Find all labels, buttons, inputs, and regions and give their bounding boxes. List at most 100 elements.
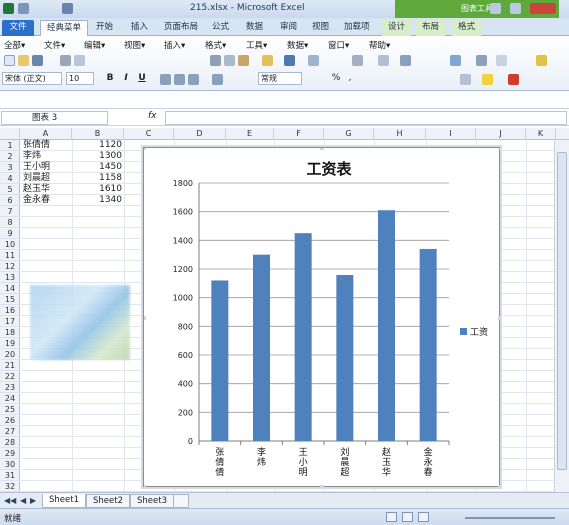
row-header[interactable]: 26 — [0, 415, 20, 426]
column-header-g[interactable]: G — [324, 128, 374, 140]
help-icon[interactable] — [536, 55, 547, 66]
row-header[interactable]: 31 — [0, 470, 20, 481]
tab-page-layout[interactable]: 页面布局 — [158, 20, 204, 36]
row-header[interactable]: 29 — [0, 448, 20, 459]
menu-insert[interactable]: 插入▾ — [164, 39, 185, 51]
cell-b2[interactable]: 1300 — [72, 151, 122, 162]
page-break-view-icon[interactable] — [418, 512, 429, 522]
next-sheet-arrow-icon[interactable]: ▶ — [30, 496, 36, 505]
vertical-scrollbar[interactable] — [554, 140, 569, 492]
page-layout-view-icon[interactable] — [402, 512, 413, 522]
row-header[interactable]: 5 — [0, 184, 20, 195]
underline-button[interactable]: U — [136, 73, 148, 83]
open-icon[interactable] — [18, 55, 29, 66]
vertical-scroll-thumb[interactable] — [557, 152, 567, 470]
cell-a4[interactable]: 刘晨超 — [23, 173, 50, 184]
tab-layout[interactable]: 布局 — [416, 20, 446, 36]
row-header[interactable]: 11 — [0, 250, 20, 261]
font-color-icon[interactable] — [508, 74, 519, 85]
row-header[interactable]: 19 — [0, 338, 20, 349]
save-icon[interactable] — [32, 55, 43, 66]
menu-tools[interactable]: 工具▾ — [246, 39, 267, 51]
column-header-f[interactable]: F — [274, 128, 324, 140]
tab-insert[interactable]: 插入 — [125, 20, 154, 36]
column-header-h[interactable]: H — [374, 128, 426, 140]
menu-help[interactable]: 帮助▾ — [369, 39, 390, 51]
drawing-icon[interactable] — [476, 55, 487, 66]
tab-addins[interactable]: 加载项 — [338, 20, 376, 36]
first-sheet-arrow-icon[interactable]: ◀◀ — [4, 496, 16, 505]
tab-design[interactable]: 设计 — [382, 20, 412, 36]
maximize-icon[interactable] — [510, 3, 521, 14]
paste-icon[interactable] — [238, 55, 249, 66]
row-header[interactable]: 17 — [0, 316, 20, 327]
preview-icon[interactable] — [74, 55, 85, 66]
cut-icon[interactable] — [210, 55, 221, 66]
row-header[interactable]: 25 — [0, 404, 20, 415]
insert-sheet-icon[interactable] — [173, 494, 189, 508]
row-header[interactable]: 3 — [0, 162, 20, 173]
cell-a1[interactable]: 张倩倩 — [23, 140, 50, 151]
sheet-tab-sheet2[interactable]: Sheet2 — [86, 494, 130, 508]
cell-b4[interactable]: 1158 — [72, 173, 122, 184]
sum-icon[interactable] — [352, 55, 363, 66]
align-left-icon[interactable] — [160, 74, 171, 85]
normal-view-icon[interactable] — [386, 512, 397, 522]
excel-app-icon[interactable] — [3, 3, 14, 14]
row-header[interactable]: 18 — [0, 327, 20, 338]
borders-icon[interactable] — [460, 74, 471, 85]
tab-home[interactable]: 开始 — [90, 20, 119, 36]
sheet-tab-sheet1[interactable]: Sheet1 — [42, 494, 86, 508]
align-center-icon[interactable] — [174, 74, 185, 85]
print-icon[interactable] — [60, 55, 71, 66]
menu-file[interactable]: 文件▾ — [44, 39, 65, 51]
tab-file[interactable]: 文件 — [2, 20, 34, 36]
menu-window[interactable]: 窗口▾ — [328, 39, 349, 51]
tab-formulas[interactable]: 公式 — [206, 20, 235, 36]
cell-a2[interactable]: 李炜 — [23, 151, 41, 162]
row-header[interactable]: 20 — [0, 349, 20, 360]
sort-icon[interactable] — [400, 55, 411, 66]
cell-a6[interactable]: 金永春 — [23, 195, 50, 206]
menu-edit[interactable]: 编辑▾ — [84, 39, 105, 51]
formula-input[interactable] — [165, 111, 567, 125]
tab-view[interactable]: 视图 — [306, 20, 335, 36]
align-right-icon[interactable] — [188, 74, 199, 85]
tab-review[interactable]: 审阅 — [274, 20, 303, 36]
format-painter-icon[interactable] — [262, 55, 273, 66]
select-all-corner[interactable] — [0, 128, 20, 140]
row-header[interactable]: 13 — [0, 272, 20, 283]
number-format-combo[interactable]: 常规 — [258, 72, 302, 85]
tab-classic-menu[interactable]: 经典菜单 — [40, 20, 89, 36]
row-header[interactable]: 23 — [0, 382, 20, 393]
cell-b6[interactable]: 1340 — [72, 195, 122, 206]
undo-icon[interactable] — [284, 55, 295, 66]
new-icon[interactable] — [4, 55, 15, 66]
row-header[interactable]: 30 — [0, 459, 20, 470]
italic-button[interactable]: I — [120, 73, 132, 83]
column-header-i[interactable]: I — [426, 128, 476, 140]
row-header[interactable]: 9 — [0, 228, 20, 239]
function-icon[interactable] — [378, 55, 389, 66]
tab-format[interactable]: 格式 — [452, 20, 482, 36]
row-header[interactable]: 6 — [0, 195, 20, 206]
row-header[interactable]: 27 — [0, 426, 20, 437]
percent-button[interactable]: % — [330, 73, 342, 83]
column-header-d[interactable]: D — [174, 128, 226, 140]
chart-icon[interactable] — [450, 55, 461, 66]
bold-button[interactable]: B — [104, 73, 116, 83]
menu-data[interactable]: 数据▾ — [287, 39, 308, 51]
menu-view[interactable]: 视图▾ — [124, 39, 145, 51]
row-header[interactable]: 1 — [0, 140, 20, 151]
copy-icon[interactable] — [224, 55, 235, 66]
row-header[interactable]: 7 — [0, 206, 20, 217]
row-header[interactable]: 28 — [0, 437, 20, 448]
row-header[interactable]: 12 — [0, 261, 20, 272]
row-header[interactable]: 21 — [0, 360, 20, 371]
undo-icon[interactable] — [18, 3, 29, 14]
save-icon[interactable] — [62, 3, 73, 14]
row-header[interactable]: 15 — [0, 294, 20, 305]
column-header-b[interactable]: B — [72, 128, 124, 140]
column-header-c[interactable]: C — [124, 128, 174, 140]
row-header[interactable]: 22 — [0, 371, 20, 382]
